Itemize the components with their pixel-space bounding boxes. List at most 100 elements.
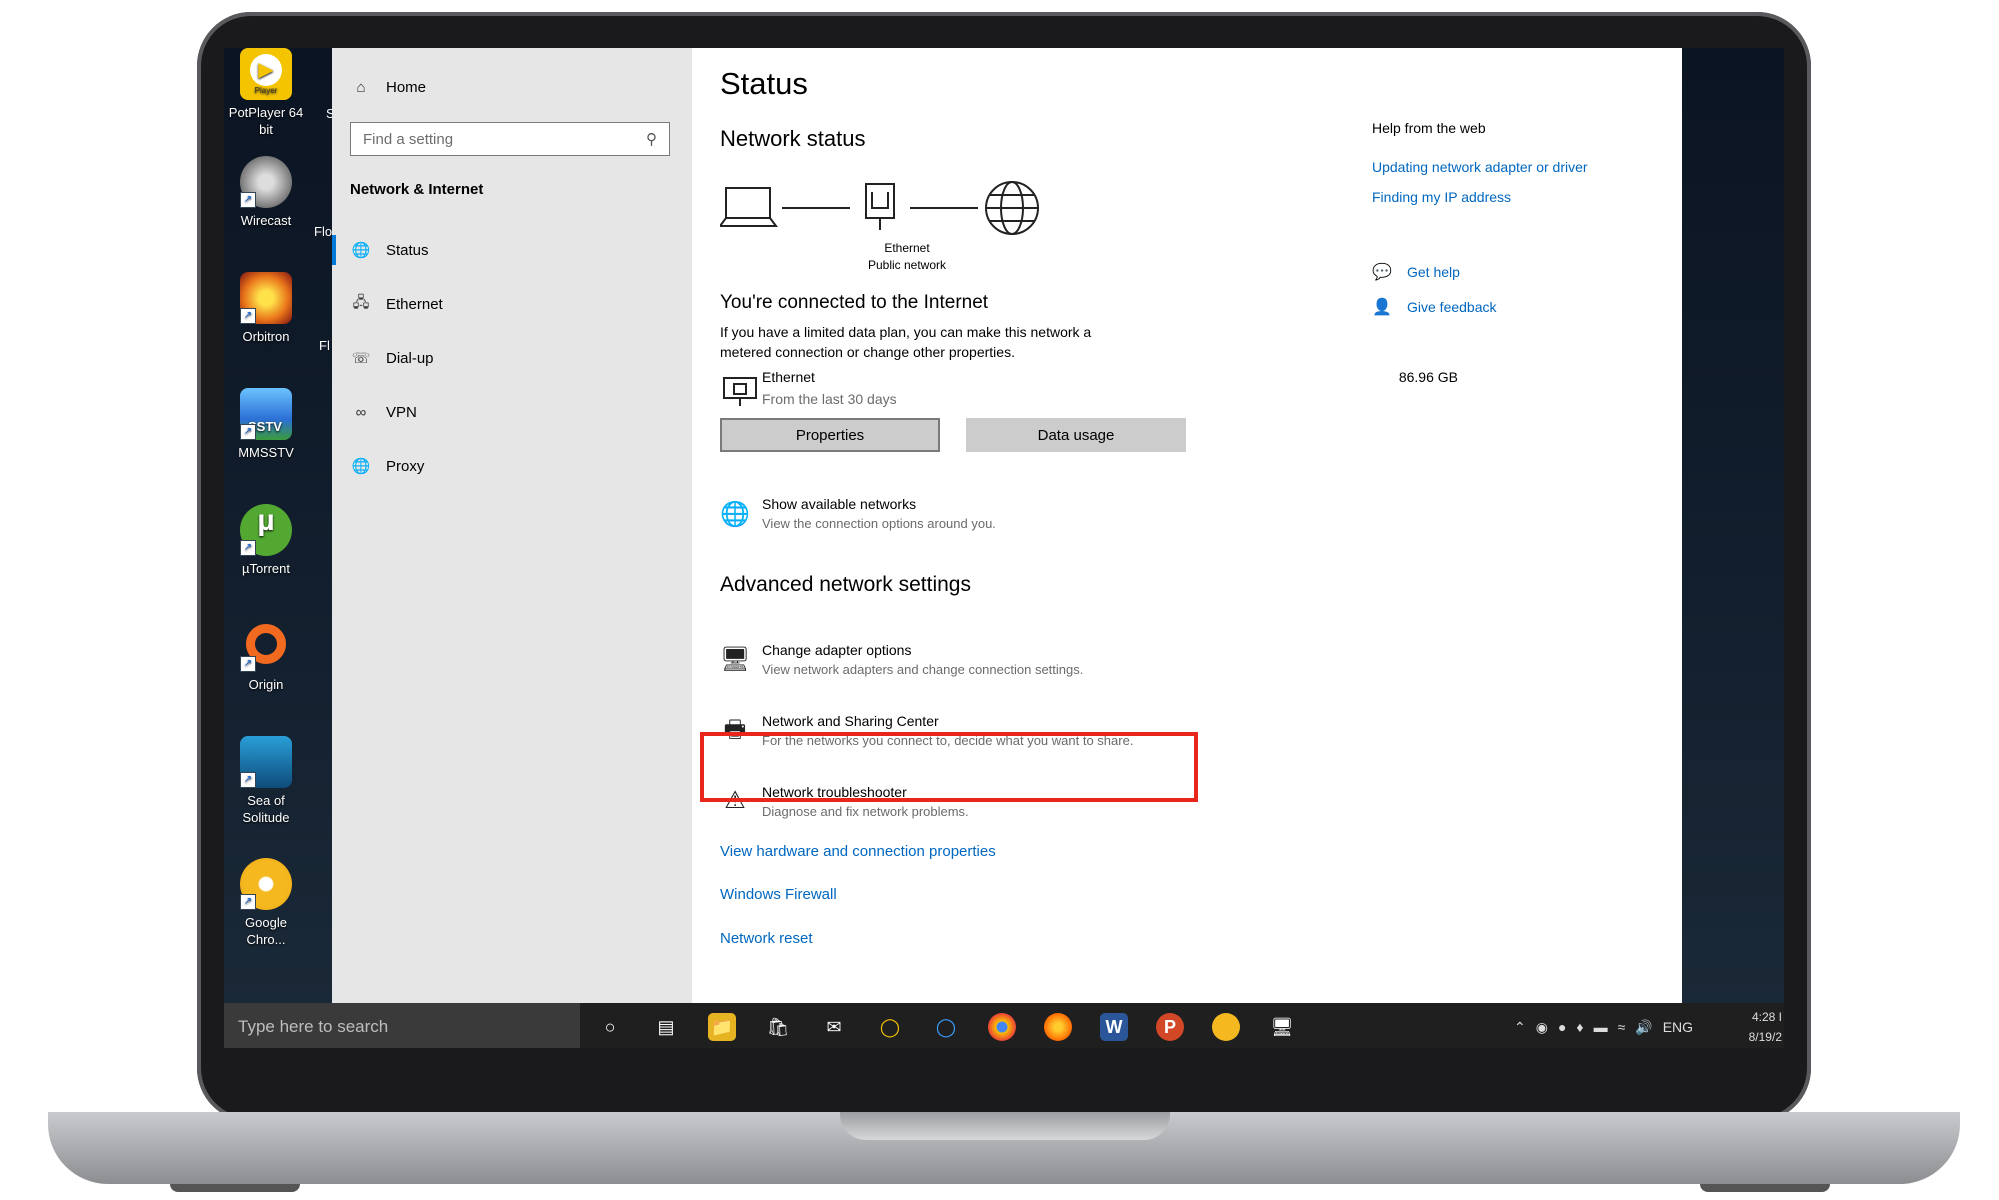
hardware-properties-link[interactable]: View hardware and connection properties (720, 843, 996, 860)
available-networks-icon: 🌐 (720, 501, 750, 528)
dialup-icon: ☏ (351, 350, 371, 367)
desktop-icon-label: Orbitron (242, 329, 290, 344)
windows-firewall-link[interactable]: Windows Firewall (720, 886, 837, 903)
chevron-up-icon[interactable]: ⌃ (1514, 1019, 1526, 1036)
chrome-taskbar-icon[interactable] (988, 1013, 1016, 1041)
taskbar: Type here to search ○ ▤ 📁 🛍 ✉ ◯ ◯ W P 🖥 … (224, 1003, 1784, 1048)
give-feedback-link[interactable]: Give feedback (1407, 299, 1497, 315)
desktop-icon-label: Sea of Solitude (242, 793, 290, 825)
desktop-icon-label: PotPlayer 64 bit (228, 105, 304, 137)
network-reset-link[interactable]: Network reset (720, 930, 813, 947)
diagram-network-label: Public network (867, 258, 947, 272)
desktop-icon-origin[interactable]: ↗ Origin (224, 620, 308, 693)
taskbar-search-placeholder: Type here to search (238, 1017, 389, 1036)
search-icon: ⚲ (646, 131, 657, 148)
task-view-icon[interactable]: ▤ (652, 1013, 680, 1041)
tray-app-icon[interactable]: ◉ (1536, 1019, 1548, 1036)
cortana-icon[interactable]: ○ (596, 1013, 624, 1041)
laptop-notch (840, 1112, 1170, 1140)
nav-item-dialup[interactable]: ☏ Dial-up (350, 341, 434, 375)
desktop-icon-orbitron[interactable]: ↗ Orbitron (224, 272, 308, 345)
data-usage-button[interactable]: Data usage (966, 418, 1186, 452)
connection-period: From the last 30 days (762, 391, 897, 407)
nav-selection-indicator (332, 235, 336, 265)
taskbar-search-box[interactable]: Type here to search (224, 1003, 580, 1048)
show-networks-title: Show available networks (762, 496, 917, 512)
speaker-icon[interactable]: 🔊 (1635, 1019, 1652, 1036)
file-explorer-icon[interactable]: 📁 (708, 1013, 736, 1041)
nav-item-status[interactable]: 🌐 Status (350, 233, 429, 267)
firefox-icon[interactable] (1044, 1013, 1072, 1041)
globe-icon: 🌐 (351, 242, 371, 259)
microphone-icon[interactable]: ● (1558, 1019, 1566, 1035)
desktop-icon-label: Origin (248, 677, 284, 692)
nav-item-vpn[interactable]: ∞ VPN (350, 395, 417, 429)
mmsstv-icon: SSTV ↗ (240, 388, 292, 440)
desktop-icon-mmsstv[interactable]: SSTV ↗ MMSSTV (224, 388, 308, 461)
powerpoint-icon[interactable]: P (1156, 1013, 1184, 1041)
desktop-icon-label: Google Chro... (245, 915, 287, 947)
word-icon[interactable]: W (1100, 1013, 1128, 1041)
find-setting-input[interactable]: Find a setting ⚲ (350, 122, 670, 156)
main-content: Status Network status Ethernet Public ne… (692, 48, 1682, 1003)
adapter-icon: 🖥 (720, 646, 751, 673)
system-tray: ⌃ ◉ ● ♦ ▬ ≈ 🔊 ENG (1514, 1003, 1693, 1048)
nav-item-label: VPN (386, 403, 417, 421)
connected-desc-line1: If you have a limited data plan, you can… (720, 324, 1092, 340)
sea-of-solitude-icon: ↗ (240, 736, 292, 788)
chrome-canary-icon[interactable] (1212, 1013, 1240, 1041)
store-icon[interactable]: 🛍 (764, 1013, 792, 1041)
clock[interactable]: 4:28 I 8/19/2 (1734, 1007, 1782, 1047)
clock-time: 4:28 I (1751, 1010, 1782, 1024)
proxy-icon: 🌐 (351, 458, 371, 475)
nav-home[interactable]: ⌂ Home (350, 70, 426, 104)
ie-icon[interactable]: ◯ (932, 1013, 960, 1041)
nav-home-label: Home (386, 78, 427, 96)
nav-item-label: Ethernet (386, 295, 443, 313)
feedback-icon: 👤 (1372, 299, 1392, 316)
wirecast-icon: ↗ (240, 156, 292, 208)
mail-icon[interactable]: ✉ (820, 1013, 848, 1041)
get-help-icon: 💬 (1372, 264, 1392, 281)
nav-item-label: Dial-up (386, 349, 434, 367)
tray-shield-icon[interactable]: ♦ (1576, 1019, 1583, 1035)
show-available-networks[interactable]: Show available networks View the connect… (762, 496, 1362, 531)
help-link-ip-address[interactable]: Finding my IP address (1372, 189, 1511, 205)
battery-icon[interactable]: ▬ (1594, 1019, 1608, 1035)
ethernet-connection-icon (723, 377, 757, 406)
page-title: Status (720, 66, 808, 101)
laptop-icon (720, 187, 778, 227)
desktop-partial-label: Flo (314, 224, 333, 239)
connection-usage: 86.96 GB (1398, 369, 1458, 385)
help-heading: Help from the web (1372, 120, 1486, 136)
network-status-heading: Network status (720, 126, 866, 151)
desktop-icon-sea-of-solitude[interactable]: ↗ Sea of Solitude (224, 736, 308, 826)
adapter-title: Change adapter options (762, 642, 912, 658)
help-link-adapter-driver[interactable]: Updating network adapter or driver (1372, 159, 1588, 175)
desktop-icon-wirecast[interactable]: ↗ Wirecast (224, 156, 308, 229)
wifi-icon[interactable]: ≈ (1618, 1019, 1626, 1035)
language-indicator[interactable]: ENG (1663, 1019, 1693, 1035)
search-placeholder: Find a setting (363, 130, 454, 148)
edge-icon[interactable]: ◯ (876, 1013, 904, 1041)
sharing-center-title: Network and Sharing Center (762, 713, 939, 729)
settings-window: ⌂ Home Find a setting ⚲ Network & Intern… (332, 48, 1682, 1003)
properties-button[interactable]: Properties (720, 418, 940, 452)
nav-section-title: Network & Internet (350, 181, 484, 198)
chrome-icon: ↗ (240, 858, 292, 910)
nav-pane: ⌂ Home Find a setting ⚲ Network & Intern… (332, 48, 692, 1003)
change-adapter-options[interactable]: Change adapter options View network adap… (762, 642, 1362, 677)
laptop-foot-right (1700, 1184, 1830, 1192)
nav-item-proxy[interactable]: 🌐 Proxy (350, 449, 425, 483)
screen: ▶ Player PotPlayer 64 bit ↗ Wirecast ↗ O… (224, 48, 1784, 1048)
potplayer-icon: ▶ Player (240, 48, 292, 100)
network-settings-taskbar-icon[interactable]: 🖥 (1268, 1013, 1296, 1041)
connection-name: Ethernet (762, 369, 815, 385)
desktop-icon-utorrent[interactable]: µ ↗ µTorrent (224, 504, 308, 577)
get-help-link[interactable]: Get help (1407, 264, 1460, 280)
desktop-icon-potplayer[interactable]: ▶ Player PotPlayer 64 bit (224, 48, 308, 138)
desktop-icon-label: µTorrent (242, 561, 290, 576)
globe-icon (985, 181, 1039, 235)
desktop-icon-google-chrome[interactable]: ↗ Google Chro... (224, 858, 308, 948)
nav-item-ethernet[interactable]: 🖧 Ethernet (350, 287, 443, 321)
